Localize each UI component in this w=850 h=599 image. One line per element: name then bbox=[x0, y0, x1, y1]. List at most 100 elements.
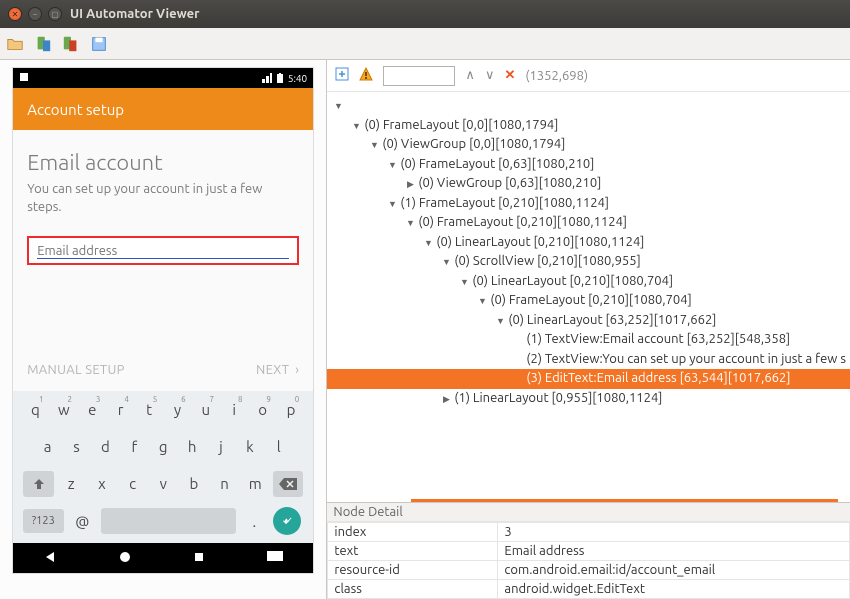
signal-icon bbox=[262, 73, 272, 83]
save-icon[interactable] bbox=[90, 35, 108, 53]
node-detail-table: index3textEmail addressresource-idcom.an… bbox=[327, 522, 850, 599]
key-d[interactable]: d bbox=[91, 432, 120, 461]
key-e[interactable]: e3 bbox=[78, 395, 106, 424]
device-screenshot-icon[interactable] bbox=[34, 35, 52, 53]
key-f[interactable]: f bbox=[120, 432, 149, 461]
tree-node[interactable]: ▼ (0) LinearLayout [0,210][1080,1124] bbox=[327, 233, 850, 253]
key-r[interactable]: r4 bbox=[106, 395, 134, 424]
tree-node[interactable]: ▶ (1) LinearLayout [0,955][1080,1124] bbox=[327, 389, 850, 409]
window-minimize-button[interactable]: – bbox=[28, 7, 42, 21]
key-p[interactable]: p0 bbox=[277, 395, 305, 424]
window-close-button[interactable]: ✕ bbox=[8, 7, 22, 21]
clear-search-icon[interactable]: ✕ bbox=[504, 68, 515, 83]
window-controls: ✕ – ▢ bbox=[8, 7, 62, 21]
dot-key[interactable]: . bbox=[238, 507, 272, 536]
numeric-key[interactable]: ?123 bbox=[23, 509, 63, 533]
key-g[interactable]: g bbox=[149, 432, 178, 461]
content-area: Email account You can set up your accoun… bbox=[13, 130, 313, 275]
hierarchy-tree[interactable]: ▼ ▼ (0) FrameLayout [0,0][1080,1794]▼ (0… bbox=[327, 92, 850, 499]
hierarchy-panel: ∧ ∨ ✕ (1352,698) ▼ ▼ (0) FrameLayout [0,… bbox=[326, 60, 850, 599]
soft-keyboard: q1w2e3r4t5y6u7i8o9p0 asdfghjkl zxcvbnm ?… bbox=[13, 391, 313, 543]
enter-key[interactable]: ✓ bbox=[273, 507, 301, 535]
tree-node[interactable]: ▼ (0) ViewGroup [0,0][1080,1794] bbox=[327, 135, 850, 155]
window-title: UI Automator Viewer bbox=[70, 7, 200, 21]
node-detail-panel: Node Detail index3textEmail addressresou… bbox=[327, 502, 850, 599]
toggle-naf-icon[interactable] bbox=[359, 67, 373, 84]
key-w[interactable]: w2 bbox=[50, 395, 78, 424]
key-l[interactable]: l bbox=[264, 432, 293, 461]
shift-key[interactable] bbox=[23, 471, 54, 497]
key-j[interactable]: j bbox=[207, 432, 236, 461]
keyboard-toggle-icon[interactable] bbox=[267, 551, 283, 566]
key-x[interactable]: x bbox=[87, 469, 118, 499]
tree-node[interactable]: ▼ (0) LinearLayout [63,252][1017,662] bbox=[327, 311, 850, 331]
appbar: Account setup bbox=[13, 88, 313, 130]
window-maximize-button[interactable]: ▢ bbox=[48, 7, 62, 21]
space-key[interactable] bbox=[101, 508, 235, 534]
detail-row: index3 bbox=[328, 523, 850, 542]
tree-node[interactable]: ▼ (0) FrameLayout [0,63][1080,210] bbox=[327, 155, 850, 175]
key-c[interactable]: c bbox=[117, 469, 148, 499]
clock-text: 5:40 bbox=[288, 73, 307, 84]
device-frame: 5:40 Account setup Email account You can… bbox=[13, 68, 313, 573]
tree-node[interactable]: ▼ (0) FrameLayout [0,0][1080,1794] bbox=[327, 116, 850, 136]
email-input-highlight bbox=[27, 236, 299, 265]
email-field[interactable] bbox=[37, 244, 289, 259]
tree-toolbar: ∧ ∨ ✕ (1352,698) bbox=[327, 60, 850, 92]
main-split: 5:40 Account setup Email account You can… bbox=[0, 60, 850, 599]
tree-node[interactable]: ▼ (1) FrameLayout [0,210][1080,1124] bbox=[327, 194, 850, 214]
key-m[interactable]: m bbox=[240, 469, 271, 499]
appbar-title: Account setup bbox=[27, 101, 124, 118]
detail-row: textEmail address bbox=[328, 542, 850, 561]
at-key[interactable]: @ bbox=[66, 507, 100, 536]
tree-node[interactable]: ▼ (0) FrameLayout [0,210][1080,704] bbox=[327, 291, 850, 311]
action-bar: MANUAL SETUP NEXT › bbox=[13, 353, 313, 391]
key-s[interactable]: s bbox=[62, 432, 91, 461]
pointer-coords: (1352,698) bbox=[525, 69, 588, 83]
key-i[interactable]: i8 bbox=[220, 395, 248, 424]
tree-node[interactable]: (2) TextView:You can set up your account… bbox=[327, 350, 850, 370]
tree-node[interactable]: ▶ (0) ViewGroup [0,63][1080,210] bbox=[327, 174, 850, 194]
key-q[interactable]: q1 bbox=[21, 395, 49, 424]
key-a[interactable]: a bbox=[33, 432, 62, 461]
recents-icon[interactable] bbox=[192, 550, 206, 567]
key-h[interactable]: h bbox=[178, 432, 207, 461]
detail-row: resource-idcom.android.email:id/account_… bbox=[328, 561, 850, 580]
key-k[interactable]: k bbox=[235, 432, 264, 461]
open-icon[interactable] bbox=[6, 35, 24, 53]
android-statusbar: 5:40 bbox=[13, 68, 313, 88]
tree-node[interactable]: ▼ (0) ScrollView [0,210][1080,955] bbox=[327, 252, 850, 272]
android-navbar bbox=[13, 543, 313, 573]
key-y[interactable]: y6 bbox=[163, 395, 191, 424]
device-screenshot-compressed-icon[interactable] bbox=[62, 35, 80, 53]
tree-node[interactable]: ▼ bbox=[327, 96, 850, 116]
page-title: Email account bbox=[27, 150, 299, 175]
backspace-key[interactable] bbox=[273, 471, 304, 497]
screenshot-panel: 5:40 Account setup Email account You can… bbox=[0, 60, 326, 599]
back-icon[interactable] bbox=[43, 550, 57, 567]
tree-node[interactable]: (3) EditText:Email address [63,544][1017… bbox=[327, 369, 850, 389]
detail-row: classandroid.widget.EditText bbox=[328, 580, 850, 599]
next-label: NEXT bbox=[256, 363, 289, 377]
tree-node[interactable]: (1) TextView:Email account [63,252][548,… bbox=[327, 330, 850, 350]
search-prev-icon[interactable]: ∧ bbox=[465, 68, 475, 83]
key-t[interactable]: t5 bbox=[135, 395, 163, 424]
key-u[interactable]: u7 bbox=[192, 395, 220, 424]
content-spacer bbox=[13, 275, 313, 353]
manual-setup-button[interactable]: MANUAL SETUP bbox=[27, 363, 125, 377]
sim-icon bbox=[19, 72, 29, 84]
search-input[interactable] bbox=[383, 66, 455, 86]
window-titlebar: ✕ – ▢ UI Automator Viewer bbox=[0, 0, 850, 28]
key-z[interactable]: z bbox=[56, 469, 87, 499]
search-next-icon[interactable]: ∨ bbox=[485, 68, 495, 83]
key-v[interactable]: v bbox=[148, 469, 179, 499]
home-icon[interactable] bbox=[118, 550, 132, 567]
tree-node[interactable]: ▼ (0) LinearLayout [0,210][1080,704] bbox=[327, 272, 850, 292]
next-button[interactable]: NEXT › bbox=[256, 363, 299, 377]
tree-node[interactable]: ▼ (0) FrameLayout [0,210][1080,1124] bbox=[327, 213, 850, 233]
page-subtitle: You can set up your account in just a fe… bbox=[27, 181, 299, 216]
expand-all-icon[interactable] bbox=[335, 67, 349, 84]
key-n[interactable]: n bbox=[209, 469, 240, 499]
key-o[interactable]: o9 bbox=[248, 395, 276, 424]
key-b[interactable]: b bbox=[179, 469, 210, 499]
